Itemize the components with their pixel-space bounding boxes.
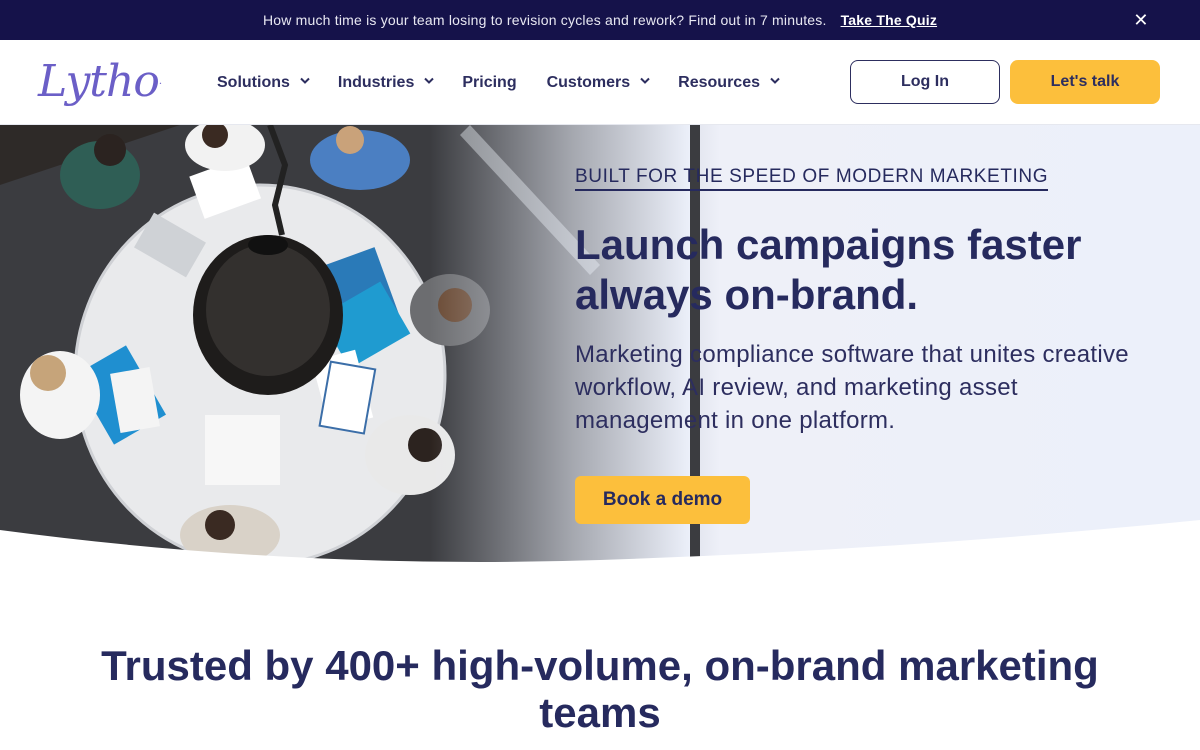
hero-title: Launch campaigns faster always on-brand.	[575, 221, 1082, 318]
nav-label: Pricing	[462, 73, 517, 91]
book-demo-button[interactable]: Book a demo	[575, 476, 750, 524]
nav-label: Resources	[678, 73, 760, 91]
nav-label: Customers	[546, 73, 631, 91]
chevron-down-icon	[424, 77, 435, 85]
nav-pricing[interactable]: Pricing	[462, 74, 516, 92]
nav-label: Solutions	[217, 73, 290, 91]
chevron-down-icon	[770, 77, 780, 85]
announcement-message: How much time is your team losing to rev…	[262, 12, 827, 28]
close-icon[interactable]: ✕	[1130, 9, 1152, 31]
chevron-down-icon	[640, 77, 650, 85]
nav-solutions[interactable]: Solutions	[217, 73, 310, 92]
login-button[interactable]: Log In	[850, 60, 1000, 104]
logo-dot-icon: .	[158, 76, 162, 87]
announcement-bar: How much time is your team losing to rev…	[0, 0, 1200, 40]
logo-text: Lytho	[38, 56, 160, 107]
trusted-heading: Trusted by 400+ high-volume, on-brand ma…	[101, 642, 1099, 736]
logo[interactable]: Lytho.	[38, 56, 162, 108]
site-header: Lytho. Solutions Industries Pricing Cust…	[0, 40, 1200, 125]
nav-label: Industries	[337, 73, 415, 91]
lets-talk-button[interactable]: Let's talk	[1010, 60, 1160, 104]
main-nav: Solutions Industries Pricing Customers R…	[217, 40, 808, 125]
nav-resources[interactable]: Resources	[678, 73, 780, 92]
hero-subtitle: Marketing compliance software that unite…	[575, 341, 1129, 434]
hero-eyebrow: BUILT FOR THE SPEED OF MODERN MARKETING	[575, 166, 1049, 191]
nav-industries[interactable]: Industries	[337, 73, 435, 92]
chevron-down-icon	[300, 77, 310, 85]
nav-customers[interactable]: Customers	[546, 73, 650, 92]
take-quiz-link[interactable]: Take The Quiz	[841, 12, 937, 28]
